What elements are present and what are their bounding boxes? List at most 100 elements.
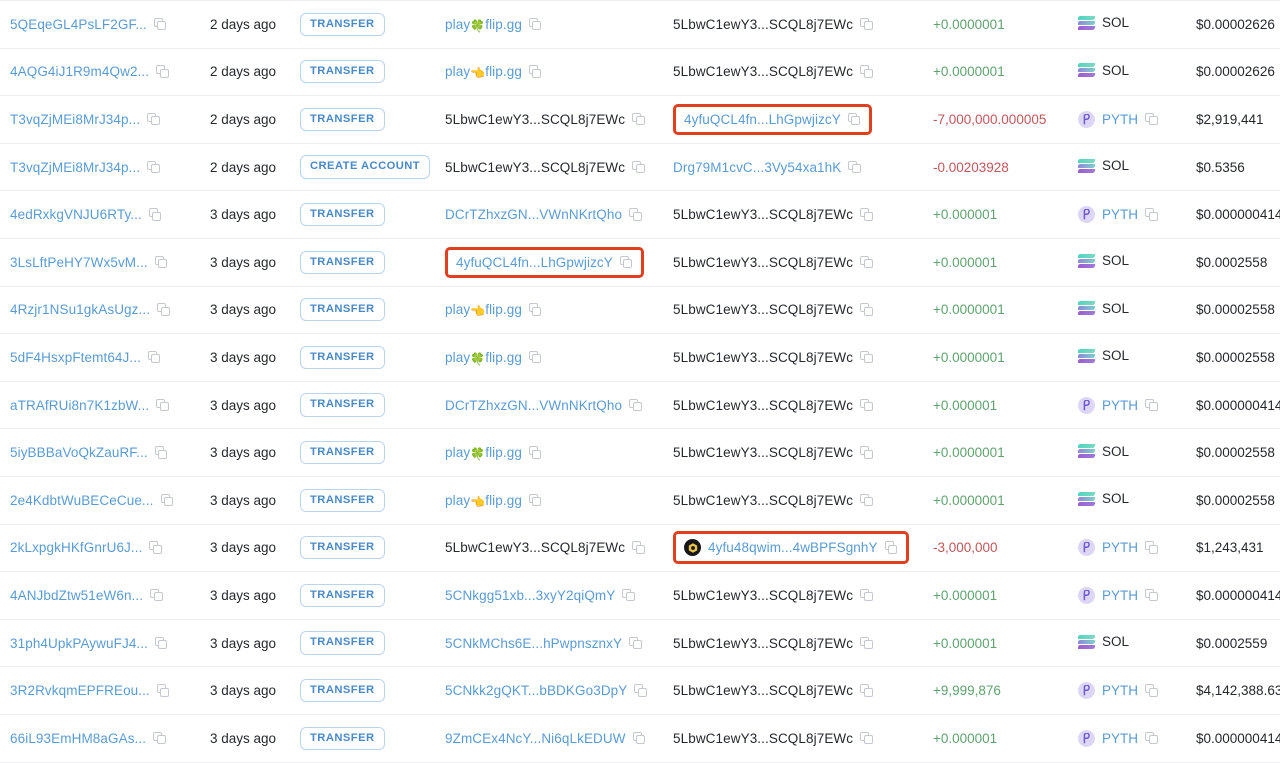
table-row[interactable]: T3vqZjMEi8MrJ34p... 2 days ago TRANSFER 5Lb… <box>0 96 1280 144</box>
copy-icon[interactable] <box>860 255 873 269</box>
table-row[interactable]: T3vqZjMEi8MrJ34p... 2 days ago CREATE ACCO… <box>0 143 1280 191</box>
token-symbol[interactable]: PYTH <box>1102 207 1138 222</box>
copy-icon[interactable] <box>150 588 163 602</box>
type-badge[interactable]: TRANSFER <box>300 536 385 560</box>
table-row[interactable]: 4edRxkgVNJU6RTy... 3 days ago TRANSFER DCrT… <box>0 191 1280 239</box>
copy-icon[interactable] <box>528 350 542 364</box>
copy-icon[interactable] <box>632 160 645 174</box>
copy-icon[interactable] <box>1145 112 1158 126</box>
copy-icon[interactable] <box>160 493 174 507</box>
table-row[interactable]: 31ph4UpkPAywuFJ4... 3 days ago TRANSFER 5CN… <box>0 619 1280 667</box>
copy-icon[interactable] <box>156 65 169 78</box>
token-symbol[interactable]: PYTH <box>1102 112 1138 127</box>
type-badge[interactable]: TRANSFER <box>300 726 385 750</box>
signature-link[interactable]: 5dF4HsxpFtemt64J... <box>10 350 141 365</box>
signature-link[interactable]: 4ANJbdZtw51eW6n... <box>10 588 143 603</box>
signature-link[interactable]: 5iyBBBaVoQkZauRF... <box>10 445 148 460</box>
type-badge[interactable]: TRANSFER <box>300 203 385 227</box>
copy-icon[interactable] <box>629 636 642 650</box>
copy-icon[interactable] <box>860 398 873 412</box>
copy-icon[interactable] <box>632 541 645 554</box>
copy-icon[interactable] <box>619 255 633 269</box>
copy-icon[interactable] <box>528 493 542 507</box>
copy-icon[interactable] <box>632 731 646 745</box>
token-symbol[interactable]: PYTH <box>1102 398 1138 413</box>
copy-icon[interactable] <box>157 303 170 316</box>
copy-icon[interactable] <box>153 731 166 745</box>
table-row[interactable]: 3LsLftPeHY7Wx5vM... 3 days ago TRANSFER 4yf… <box>0 238 1280 287</box>
from-address[interactable]: 9ZmCEx4NcY...Ni6qLkEDUW <box>445 731 626 746</box>
type-badge[interactable]: TRANSFER <box>300 345 385 370</box>
signature-link[interactable]: 4AQG4iJ1R9m4Qw2... <box>10 64 149 79</box>
signature-link[interactable]: 3LsLftPeHY7Wx5vM... <box>10 255 148 270</box>
type-badge[interactable]: TRANSFER <box>300 441 385 465</box>
copy-icon[interactable] <box>1145 731 1158 745</box>
from-address[interactable]: play🍀flip.gg <box>445 17 522 32</box>
copy-icon[interactable] <box>860 684 873 697</box>
table-row[interactable]: 2kLxpgkHKfGnrU6J... 3 days ago TRANSFER 5Lb… <box>0 524 1280 572</box>
signature-link[interactable]: 2kLxpgkHKfGnrU6J... <box>10 540 142 555</box>
type-badge[interactable]: TRANSFER <box>300 60 385 84</box>
to-address[interactable]: Drg79M1cvC...3Vy54xa1hK <box>673 160 841 175</box>
token-symbol[interactable]: PYTH <box>1102 731 1138 746</box>
token-symbol[interactable]: PYTH <box>1102 683 1138 698</box>
type-badge[interactable]: TRANSFER <box>300 250 385 274</box>
copy-icon[interactable] <box>860 446 873 459</box>
copy-icon[interactable] <box>153 17 167 31</box>
table-row[interactable]: 2e4KdbtWuBECeCue... 3 days ago TRANSFER pla… <box>0 476 1280 525</box>
copy-icon[interactable] <box>528 303 542 316</box>
copy-icon[interactable] <box>634 684 647 697</box>
from-address[interactable]: play👈flip.gg <box>445 493 522 508</box>
from-address[interactable]: play🍀flip.gg <box>445 350 522 365</box>
from-address[interactable]: play🍀flip.gg <box>445 445 522 460</box>
copy-icon[interactable] <box>629 208 642 221</box>
copy-icon[interactable] <box>847 112 861 126</box>
table-row[interactable]: 5iyBBBaVoQkZauRF... 3 days ago TRANSFER pla… <box>0 429 1280 477</box>
type-badge[interactable]: TRANSFER <box>300 298 385 322</box>
from-address[interactable]: 5CNkk2gQKT...bBDKGo3DpY <box>445 683 627 698</box>
copy-icon[interactable] <box>147 112 160 126</box>
type-badge[interactable]: TRANSFER <box>300 12 385 36</box>
copy-icon[interactable] <box>1145 208 1158 221</box>
table-row[interactable]: 3R2RvkqmEPFREou... 3 days ago TRANSFER 5CNk… <box>0 667 1280 715</box>
copy-icon[interactable] <box>884 541 898 554</box>
copy-icon[interactable] <box>860 208 873 221</box>
copy-icon[interactable] <box>622 588 635 602</box>
from-address[interactable]: 5CNkMChs6E...hPwpnsznxY <box>445 636 622 651</box>
copy-icon[interactable] <box>147 350 161 364</box>
copy-icon[interactable] <box>1145 588 1158 602</box>
copy-icon[interactable] <box>860 588 873 602</box>
signature-link[interactable]: 31ph4UpkPAywuFJ4... <box>10 636 148 651</box>
signature-link[interactable]: T3vqZjMEi8MrJ34p... <box>10 160 140 175</box>
copy-icon[interactable] <box>860 493 873 507</box>
type-badge[interactable]: TRANSFER <box>300 583 385 608</box>
to-address[interactable]: 4yfu48qwim...4wBPFSgnhY <box>708 540 878 555</box>
signature-link[interactable]: 66iL93EmHM8aGAs... <box>10 731 146 746</box>
type-badge[interactable]: TRANSFER <box>300 107 385 132</box>
from-address[interactable]: DCrTZhxzGN...VWnNKrtQho <box>445 398 622 413</box>
copy-icon[interactable] <box>860 350 873 364</box>
copy-icon[interactable] <box>149 541 162 554</box>
copy-icon[interactable] <box>1145 541 1158 554</box>
copy-icon[interactable] <box>528 65 542 78</box>
signature-link[interactable]: T3vqZjMEi8MrJ34p... <box>10 112 140 127</box>
copy-icon[interactable] <box>528 446 542 459</box>
table-row[interactable]: 4AQG4iJ1R9m4Qw2... 2 days ago TRANSFER play… <box>0 48 1280 96</box>
copy-icon[interactable] <box>1145 684 1158 697</box>
copy-icon[interactable] <box>154 446 168 459</box>
from-address[interactable]: play👈flip.gg <box>445 64 522 79</box>
from-address[interactable]: play👈flip.gg <box>445 302 522 317</box>
token-symbol[interactable]: PYTH <box>1102 588 1138 603</box>
signature-link[interactable]: 3R2RvkqmEPFREou... <box>10 683 150 698</box>
copy-icon[interactable] <box>156 684 170 697</box>
table-row[interactable]: 4Rzjr1NSu1gkAsUgz... 3 days ago TRANSFER pl… <box>0 286 1280 334</box>
copy-icon[interactable] <box>154 636 168 650</box>
copy-icon[interactable] <box>860 65 873 78</box>
copy-icon[interactable] <box>860 636 873 650</box>
copy-icon[interactable] <box>147 160 160 174</box>
from-address[interactable]: DCrTZhxzGN...VWnNKrtQho <box>445 207 622 222</box>
signature-link[interactable]: 2e4KdbtWuBECeCue... <box>10 493 154 508</box>
type-badge[interactable]: TRANSFER <box>300 488 385 512</box>
copy-icon[interactable] <box>860 17 873 31</box>
signature-link[interactable]: aTRAfRUi8n7K1zbW... <box>10 398 149 413</box>
